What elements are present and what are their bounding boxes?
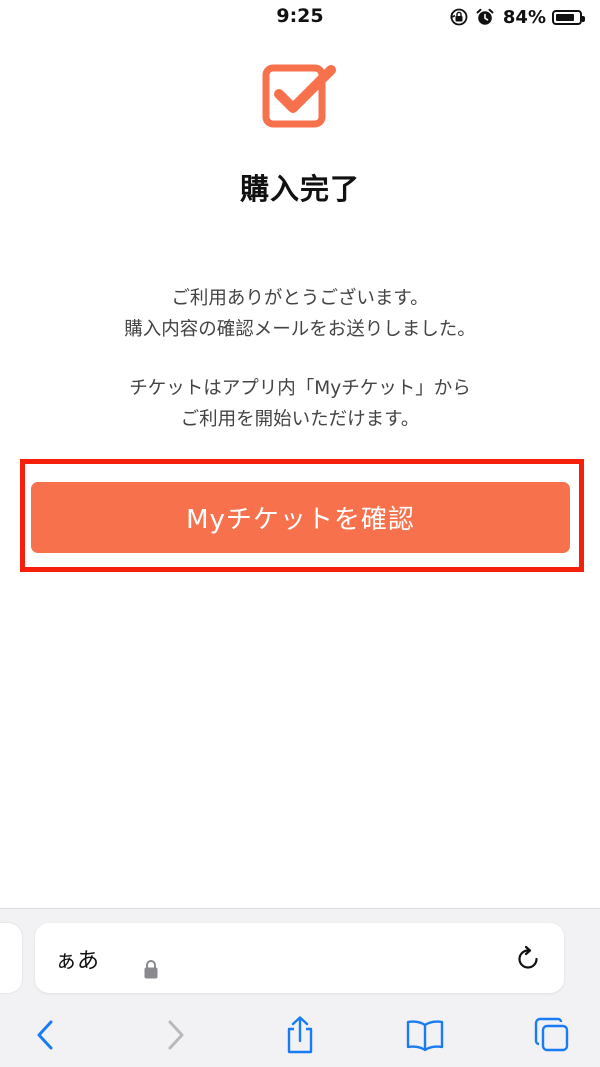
bookmarks-button[interactable] (405, 1015, 445, 1055)
share-icon (287, 1016, 313, 1054)
reload-icon[interactable] (514, 945, 542, 973)
bookmarks-icon (406, 1020, 444, 1052)
screen: 9:25 84% 購入完了 ご利用ありがとうございます。 購入内容の確認メールを… (0, 0, 600, 1067)
address-bar[interactable]: ぁあ (35, 923, 564, 993)
battery-icon (552, 9, 585, 25)
alarm-icon (476, 8, 494, 25)
completion-message: ご利用ありがとうございます。 購入内容の確認メールをお送りしました。 チケットは… (0, 283, 600, 435)
back-button[interactable] (26, 1015, 66, 1055)
checkbox-checked-icon (262, 64, 336, 128)
orientation-lock-icon (450, 8, 468, 26)
battery-percent: 84% (502, 6, 546, 28)
message-line: 購入内容の確認メールをお送りしました。 (124, 319, 476, 340)
display-settings-button[interactable]: ぁあ (55, 943, 99, 975)
forward-button[interactable] (155, 1015, 195, 1055)
lock-icon (144, 960, 158, 979)
tabs-button[interactable] (532, 1015, 572, 1055)
back-icon (37, 1020, 53, 1050)
message-line: ご利用ありがとうございます。 (171, 288, 429, 309)
battery-level-fill (556, 13, 575, 21)
view-my-tickets-button[interactable]: Myチケットを確認 (31, 482, 570, 553)
status-bar: 9:25 84% (0, 0, 600, 34)
share-button[interactable] (280, 1015, 320, 1055)
forward-icon (168, 1020, 184, 1050)
previous-tab-preview[interactable] (0, 923, 22, 993)
browser-bottom-bar: ぁあ (0, 908, 600, 1067)
message-line: ご利用を開始いただけます。 (180, 409, 420, 430)
browser-toolbar (0, 1009, 600, 1059)
tabs-icon (534, 1017, 569, 1052)
message-line: チケットはアプリ内「Myチケット」から (129, 378, 471, 399)
status-right: 84% (449, 6, 585, 28)
page-title: 購入完了 (239, 172, 360, 206)
